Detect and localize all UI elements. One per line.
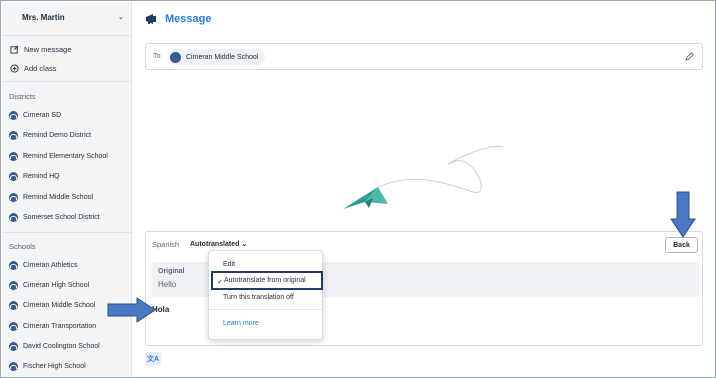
user-menu[interactable]: Mrs. Martin ⌄ — [22, 13, 126, 22]
org-icon — [9, 281, 18, 290]
checkmark-icon: ✓ — [217, 279, 223, 286]
org-icon — [9, 301, 18, 310]
org-icon — [170, 51, 181, 63]
menu-item-autotranslate[interactable]: Autotranslate from original — [211, 271, 323, 290]
annotation-arrow-down — [670, 191, 696, 238]
divider — [209, 309, 324, 310]
org-icon — [9, 261, 18, 270]
chevron-down-icon: ⌄ — [118, 14, 124, 21]
paper-plane-illustration — [343, 145, 504, 209]
compose-icon — [10, 45, 19, 54]
chevron-down-icon: ⌄ — [241, 241, 248, 248]
sidebar-item-somerset-school-district[interactable]: Somerset School District — [9, 213, 100, 222]
org-icon — [9, 111, 18, 120]
divider — [2, 35, 131, 36]
divider — [2, 232, 131, 233]
original-text: Hello — [158, 280, 177, 289]
user-name: Mrs. Martin — [22, 13, 65, 22]
plus-circle-icon — [10, 64, 19, 73]
districts-heading: Districts — [9, 92, 36, 101]
translation-mode-dropdown[interactable]: Autotranslated ⌄ — [190, 240, 247, 248]
sidebar-item-cimeran-middle-school[interactable]: Cimeran Middle School — [9, 301, 95, 310]
sidebar-item-david-coolington-school[interactable]: David Coolington School — [9, 342, 100, 351]
sidebar-item-remind-demo-district[interactable]: Remind Demo District — [9, 131, 91, 140]
main-content: Message To: Cimeran Middle School Spanis… — [133, 2, 715, 377]
page-title: Message — [165, 13, 212, 25]
language-label: Spanish — [152, 240, 180, 249]
sidebar-item-remind-elementary-school[interactable]: Remind Elementary School — [9, 152, 108, 161]
org-icon — [9, 193, 18, 202]
learn-more-link[interactable]: Learn more — [223, 320, 259, 327]
annotation-arrow-right — [107, 297, 156, 323]
sidebar-item-cimeran-sd[interactable]: Cimeran SD — [9, 111, 61, 120]
translation-options-menu: Edit Autotranslate from original ✓ Turn … — [208, 250, 324, 340]
add-class-button[interactable]: Add class — [10, 64, 57, 73]
recipient-field[interactable]: To: Cimeran Middle School — [145, 43, 703, 70]
translate-icon[interactable]: 文A — [145, 352, 161, 366]
new-message-button[interactable]: New message — [10, 45, 72, 54]
sidebar-item-remind-hq[interactable]: Remind HQ — [9, 172, 60, 181]
app-window: Mrs. Martin ⌄ New message Add class Dist… — [0, 0, 716, 378]
original-label: Original — [158, 268, 185, 275]
sidebar-item-fischer-high-school[interactable]: Fischer High School — [9, 362, 86, 371]
page-header: Message — [145, 13, 211, 25]
org-icon — [9, 152, 18, 161]
sidebar-item-remind-middle-school[interactable]: Remind Middle School — [9, 193, 93, 202]
org-icon — [9, 322, 18, 331]
divider — [2, 81, 131, 82]
sidebar-item-cimeran-high-school[interactable]: Cimeran High School — [9, 281, 89, 290]
pencil-icon[interactable] — [685, 52, 694, 61]
menu-item-edit[interactable]: Edit — [223, 261, 235, 268]
org-icon — [9, 342, 18, 351]
back-button[interactable]: Back — [665, 237, 698, 253]
org-icon — [9, 213, 18, 222]
schools-heading: Schools — [9, 242, 36, 251]
org-icon — [9, 131, 18, 140]
sidebar-item-cimeran-athletics[interactable]: Cimeran Athletics — [9, 261, 77, 270]
megaphone-icon — [146, 14, 156, 24]
recipient-name: Cimeran Middle School — [186, 53, 259, 61]
org-icon — [9, 172, 18, 181]
to-label: To: — [153, 53, 163, 60]
menu-item-turn-off-translation[interactable]: Turn this translation off — [223, 294, 294, 301]
sidebar-item-cimeran-transportation[interactable]: Cimeran Transportation — [9, 322, 96, 331]
translation-panel: Spanish Autotranslated ⌄ Back Original H… — [145, 231, 703, 346]
recipient-chip[interactable]: Cimeran Middle School — [168, 49, 266, 65]
org-icon — [9, 362, 18, 371]
